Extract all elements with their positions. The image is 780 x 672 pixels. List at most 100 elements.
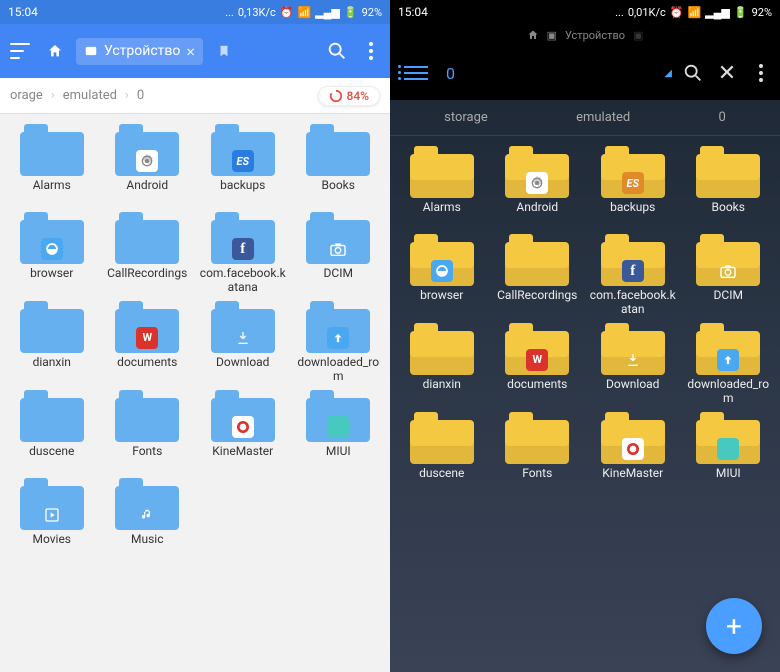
toolbar: 0 ◢ ✕	[390, 46, 780, 100]
folder-item[interactable]: ESbackups	[587, 146, 679, 228]
up-icon	[717, 349, 739, 371]
clock: 15:04	[398, 5, 428, 19]
clock: 15:04	[8, 5, 38, 19]
folder-item[interactable]: Wdocuments	[102, 301, 194, 384]
folder-item[interactable]: browser	[6, 212, 98, 295]
folder-item[interactable]: CallRecordings	[492, 234, 584, 317]
toolbar: Устройство ×	[0, 24, 390, 78]
breadcrumb: storage emulated 0	[390, 100, 780, 136]
folder-item[interactable]: Download	[587, 323, 679, 406]
overflow-icon[interactable]	[358, 38, 384, 64]
folder-item[interactable]: Movies	[6, 478, 98, 560]
folder-item[interactable]: Fonts	[102, 390, 194, 472]
folder-item[interactable]: Download	[197, 301, 289, 384]
selection-count: 0	[446, 64, 455, 83]
folder-label: downloaded_rom	[684, 377, 772, 406]
km-icon	[622, 438, 644, 460]
status-bar: 15:04 ... 0,13K/c ⏰📶▂▄▆ 🔋 92%	[0, 0, 390, 24]
overflow-icon[interactable]	[748, 60, 774, 86]
folder-item[interactable]: duscene	[6, 390, 98, 472]
es-explorer-dark: 15:04 ... 0,01K/c ⏰📶▂▄▆ 🔋 92% ▣ Устройст…	[390, 0, 780, 672]
folder-label: Movies	[32, 532, 71, 560]
list-view-icon[interactable]	[404, 66, 428, 80]
dl-icon	[232, 327, 254, 349]
folder-item[interactable]: Android	[492, 146, 584, 228]
folder-item[interactable]: Android	[102, 124, 194, 206]
folder-label: dianxin	[33, 355, 71, 383]
home-icon[interactable]	[42, 38, 68, 64]
folder-label: documents	[507, 377, 567, 405]
crumb-0[interactable]: 0	[137, 88, 144, 103]
folder-label: Fonts	[522, 466, 552, 494]
search-icon[interactable]	[680, 60, 706, 86]
folder-item[interactable]: MIUI	[293, 390, 385, 472]
folder-item[interactable]: Alarms	[6, 124, 98, 206]
crumb-0[interactable]: 0	[719, 110, 726, 125]
folder-label: Alarms	[33, 178, 71, 206]
close-icon[interactable]: ×	[186, 42, 195, 61]
mini-header: ▣ Устройство ▣	[390, 24, 780, 46]
close-icon[interactable]: ✕	[714, 60, 740, 86]
folder-label: DCIM	[714, 288, 743, 316]
folder-item[interactable]: Books	[293, 124, 385, 206]
folder-item[interactable]: downloaded_rom	[683, 323, 775, 406]
folder-label: Books	[712, 200, 745, 228]
crumb-emulated[interactable]: emulated	[63, 88, 117, 103]
folder-item[interactable]: CallRecordings	[102, 212, 194, 295]
folder-label: Books	[322, 178, 355, 206]
menu-icon[interactable]	[6, 37, 34, 65]
folder-item[interactable]: dianxin	[6, 301, 98, 384]
folder-item[interactable]: downloaded_rom	[293, 301, 385, 384]
folder-grid: AlarmsAndroidESbackups Books browser CallRe…	[390, 136, 780, 672]
crumb-storage[interactable]: storage	[444, 110, 488, 125]
folder-label: duscene	[419, 466, 464, 494]
wps-icon: W	[526, 349, 548, 371]
folder-item[interactable]: Books	[683, 146, 775, 228]
folder-label: Fonts	[132, 444, 162, 472]
es-icon: ES	[232, 150, 254, 172]
folder-label: dianxin	[423, 377, 461, 405]
folder-label: Download	[216, 355, 269, 383]
leaf-icon	[41, 238, 63, 260]
search-icon[interactable]	[324, 38, 350, 64]
folder-item[interactable]: Wdocuments	[492, 323, 584, 406]
bookmark-icon[interactable]	[211, 38, 237, 64]
folder-label: CallRecordings	[107, 266, 187, 294]
folder-label: CallRecordings	[497, 288, 577, 316]
folder-item[interactable]: KineMaster	[587, 412, 679, 494]
status-bar: 15:04 ... 0,01K/c ⏰📶▂▄▆ 🔋 92%	[390, 0, 780, 24]
storage-indicator[interactable]: 84%	[318, 86, 380, 106]
tab-device[interactable]: Устройство ×	[76, 38, 203, 65]
folder-label: downloaded_rom	[294, 355, 382, 384]
folder-label: backups	[220, 178, 265, 206]
folder-item[interactable]: Alarms	[396, 146, 488, 228]
folder-item[interactable]: duscene	[396, 412, 488, 494]
folder-label: browser	[30, 266, 73, 294]
folder-item[interactable]: fcom.facebook.katan	[587, 234, 679, 317]
fab-add[interactable]: +	[706, 598, 762, 654]
folder-label: MIUI	[326, 444, 351, 472]
folder-label: DCIM	[324, 266, 353, 294]
folder-label: KineMaster	[212, 444, 273, 472]
dl-icon	[622, 349, 644, 371]
breadcrumb: orage › emulated › 0 84%	[0, 78, 390, 114]
folder-item[interactable]: browser	[396, 234, 488, 317]
play-icon	[41, 504, 63, 526]
folder-label: MIUI	[716, 466, 741, 494]
folder-item[interactable]: DCIM	[293, 212, 385, 295]
crumb-storage[interactable]: orage	[10, 88, 43, 103]
miui-icon	[327, 416, 349, 438]
folder-item[interactable]: dianxin	[396, 323, 488, 406]
folder-item[interactable]: MIUI	[683, 412, 775, 494]
leaf-icon	[431, 260, 453, 282]
folder-item[interactable]: fcom.facebook.katana	[197, 212, 289, 295]
folder-item[interactable]: ES backups	[197, 124, 289, 206]
crumb-emulated[interactable]: emulated	[576, 110, 630, 125]
dropdown-icon[interactable]: ◢	[664, 68, 672, 79]
folder-label: Download	[606, 377, 659, 405]
folder-grid: Alarms Android ES backups Books browser CallRe…	[0, 114, 390, 672]
folder-item[interactable]: KineMaster	[197, 390, 289, 472]
folder-item[interactable]: DCIM	[683, 234, 775, 317]
folder-item[interactable]: Fonts	[492, 412, 584, 494]
folder-item[interactable]: Music	[102, 478, 194, 560]
